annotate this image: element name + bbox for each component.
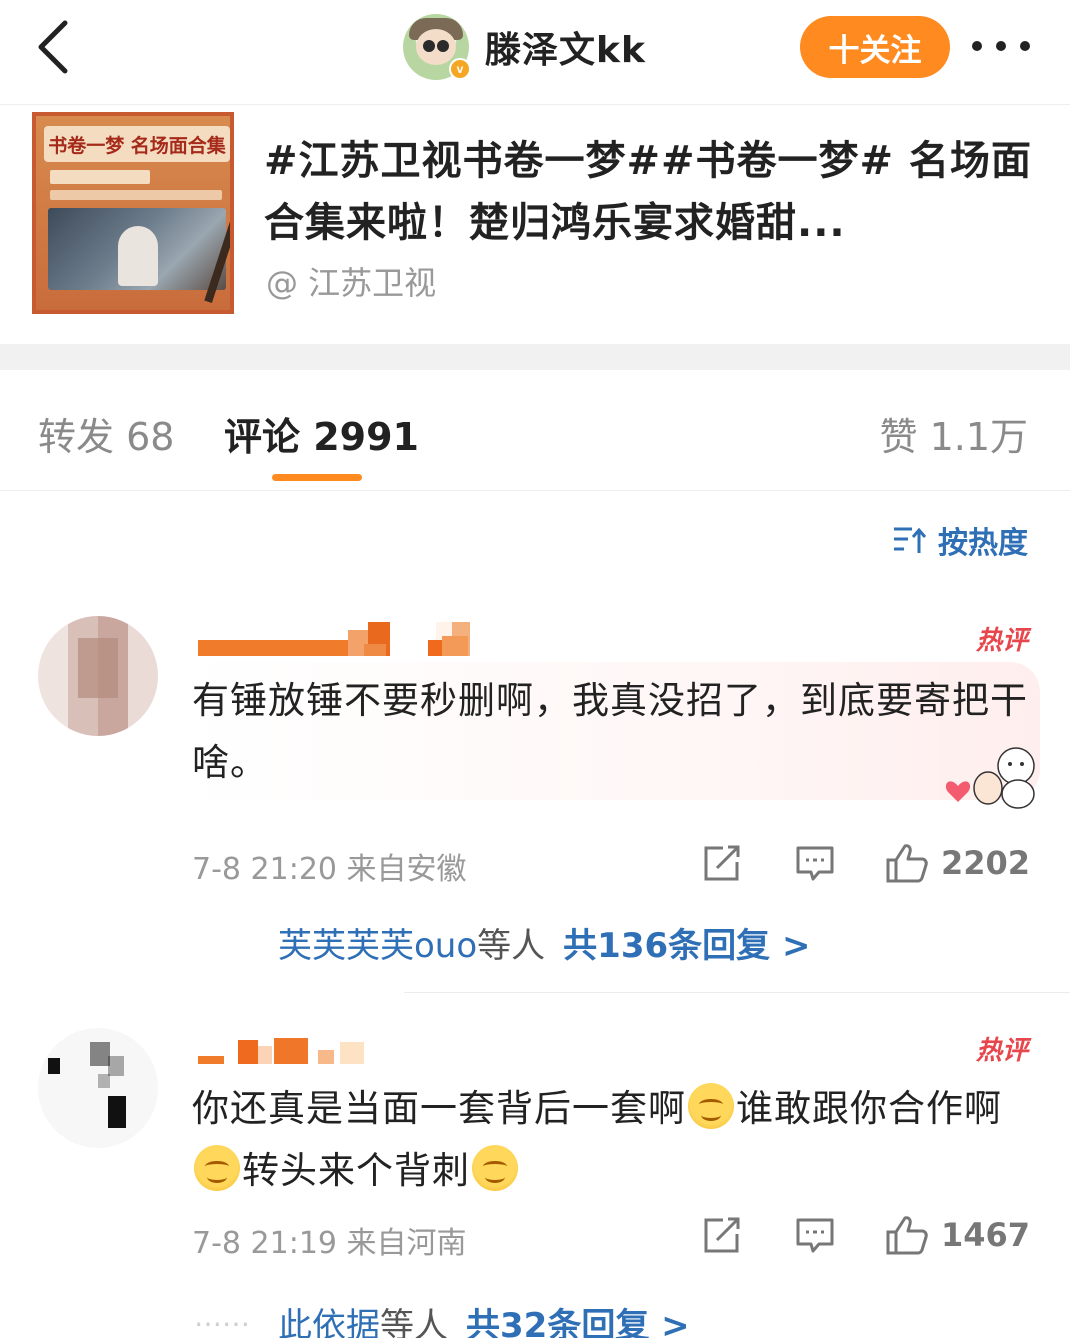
back-icon — [38, 20, 68, 74]
top-bar: v 滕泽文kk 十关注 — [0, 0, 1070, 100]
share-button[interactable] — [701, 1215, 743, 1255]
sort-icon — [894, 527, 927, 553]
repost-thumbnail: 书卷一梦 名场面合集 — [32, 112, 234, 314]
sort-by-hot-button[interactable]: 按热度 — [892, 518, 1028, 562]
share-button[interactable] — [701, 843, 743, 883]
share-icon — [704, 1217, 740, 1253]
active-tab-indicator — [272, 474, 362, 481]
smile-emoji-icon — [472, 1145, 518, 1191]
comment-icon — [796, 1218, 834, 1253]
comment-time: 7-8 21:20 — [192, 852, 337, 887]
bear-heart-sticker-icon — [945, 747, 1035, 809]
like-count: 1467 — [940, 1216, 1030, 1254]
author-avatar[interactable]: v — [403, 14, 471, 80]
comment-actions: 1467 — [701, 1210, 1030, 1260]
comment-item: 热评 你还真是当面一套背后一套啊 谁敢跟你合作啊转头来个背刺 7-8 21:19 … — [0, 1010, 1070, 1338]
thumbnail-banner: 书卷一梦 名场面合集 — [44, 126, 230, 162]
hot-comment-badge: 热评 — [975, 626, 1028, 656]
reply-button[interactable] — [795, 843, 835, 883]
view-replies-link[interactable]: 芙芙芙芙ouo等人 共136条回复 > — [278, 918, 810, 967]
thumbs-up-icon — [886, 1216, 928, 1255]
comment-location: 来自安徽 — [346, 852, 467, 887]
repost-card[interactable]: 书卷一梦 名场面合集 #江苏卫视书卷一梦##书卷一梦# 名场面合集来啦！楚归鸿乐… — [32, 112, 1042, 314]
more-button[interactable] — [968, 26, 1034, 66]
thumbs-up-icon — [886, 844, 928, 883]
comment-text[interactable]: 有锤放锤不要秒删啊，我真没招了，到底要寄把干啥。 — [192, 670, 1032, 794]
view-replies-link[interactable]: 此依据等人 共32条回复 > — [278, 1298, 690, 1338]
reply-count[interactable]: 共32条回复 > — [466, 1306, 690, 1338]
author-info[interactable]: v 滕泽文kk — [403, 12, 646, 82]
hot-comment-badge: 热评 — [975, 1036, 1028, 1066]
comment-icon — [796, 846, 834, 881]
commenter-avatar[interactable] — [38, 1028, 158, 1148]
follow-button[interactable]: 十关注 — [800, 16, 950, 78]
smile-emoji-icon — [688, 1083, 734, 1129]
divider — [0, 104, 1070, 105]
reply-users[interactable]: 芙芙芙芙ouo — [278, 926, 477, 966]
divider — [0, 490, 1070, 491]
repost-title: #江苏卫视书卷一梦##书卷一梦# 名场面合集来啦！楚归鸿乐宴求婚甜... — [264, 138, 1032, 246]
verified-badge-icon: v — [449, 58, 471, 80]
reply-button[interactable] — [795, 1215, 835, 1255]
tab-bar: 转发 68 评论 2991 赞 1.1万 — [0, 370, 1070, 491]
back-button[interactable] — [22, 14, 82, 80]
section-divider — [0, 344, 1070, 370]
share-icon — [704, 845, 740, 881]
like-count: 2202 — [940, 844, 1030, 882]
reply-count[interactable]: 共136条回复 > — [563, 926, 810, 966]
reply-mid: 等人 — [477, 926, 546, 966]
tab-repost[interactable]: 转发 68 — [38, 406, 174, 461]
tab-comment[interactable]: 评论 2991 — [224, 406, 419, 461]
repost-source[interactable]: @ 江苏卫视 — [266, 258, 436, 304]
author-name[interactable]: 滕泽文kk — [485, 21, 646, 73]
comment-meta: 7-8 21:19 来自河南 — [192, 1218, 467, 1262]
comment-text[interactable]: 你还真是当面一套背后一套啊 谁敢跟你合作啊转头来个背刺 — [192, 1078, 1032, 1202]
like-button[interactable]: 2202 — [885, 842, 1030, 884]
reply-avatars-placeholder: …… — [194, 1300, 250, 1333]
sort-label: 按热度 — [938, 526, 1028, 561]
divider — [404, 992, 1070, 993]
smile-emoji-icon — [194, 1145, 240, 1191]
comment-item: 热评 有锤放锤不要秒删啊，我真没招了，到底要寄把干啥。 7-8 21:20 来自… — [0, 600, 1070, 990]
reply-mid: 等人 — [380, 1306, 448, 1338]
tab-like[interactable]: 赞 1.1万 — [879, 406, 1028, 461]
comment-actions: 2202 — [701, 838, 1030, 888]
commenter-avatar[interactable] — [38, 616, 158, 736]
more-icon — [972, 41, 982, 51]
comment-meta: 7-8 21:20 来自安徽 — [192, 844, 467, 888]
reply-users[interactable]: 此依据 — [278, 1306, 380, 1338]
comment-location: 来自河南 — [346, 1226, 467, 1261]
like-button[interactable]: 1467 — [885, 1214, 1030, 1256]
comment-time: 7-8 21:19 — [192, 1226, 337, 1261]
